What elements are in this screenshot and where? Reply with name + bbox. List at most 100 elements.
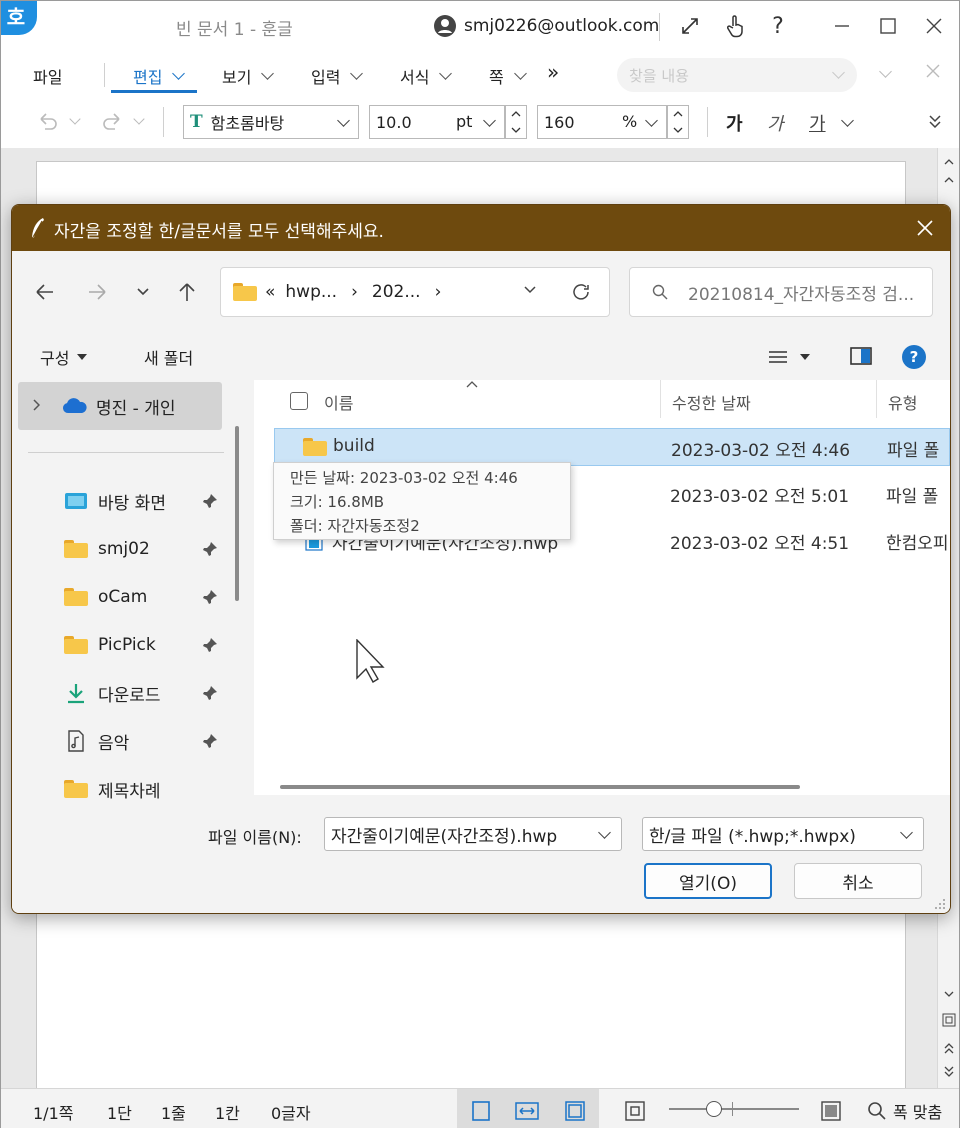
full-page-icon[interactable] [813,1097,849,1125]
resize-grip-icon[interactable] [934,898,946,910]
bold-button[interactable]: 가 [726,110,743,136]
column-divider[interactable] [660,380,661,418]
redo-dropdown-icon[interactable] [133,113,145,125]
increase-icon[interactable] [668,106,688,122]
select-all-checkbox[interactable] [290,392,308,410]
close-icon[interactable] [919,11,949,41]
filetype-select[interactable]: 한/글 파일 (*.hwp;*.hwpx) [642,817,924,851]
zoom-fit-icon[interactable] [617,1097,653,1125]
expand-toolbar-icon[interactable] [928,113,942,129]
find-input[interactable]: 찾을 내용 [617,58,857,92]
breadcrumb-overflow[interactable]: « [265,282,275,302]
column-header-modified[interactable]: 수정한 날짜 [672,390,751,414]
normal-view-icon[interactable] [463,1097,499,1125]
breadcrumb-separator[interactable]: › [435,282,442,302]
pin-icon[interactable] [202,637,218,653]
filename-input[interactable]: 자간줄이기예문(자간조정).hwp [324,817,622,851]
organize-button[interactable]: 구성 [40,345,88,369]
pin-icon[interactable] [202,541,218,557]
fit-width-icon[interactable] [509,1097,545,1125]
decrease-icon[interactable] [668,122,688,138]
undo-icon[interactable] [37,111,59,131]
dialog-close-icon[interactable] [910,213,940,243]
nav-item-smj02[interactable]: smj02 [64,534,150,564]
cancel-button[interactable]: 취소 [794,863,922,899]
pin-icon[interactable] [202,493,218,509]
menu-view[interactable]: 보기 [222,64,275,88]
menu-file[interactable]: 파일 [33,64,62,88]
scroll-up-icon[interactable] [940,170,958,190]
recent-locations-icon[interactable] [128,277,158,307]
touch-mode-icon[interactable] [721,11,751,41]
column-divider[interactable] [876,380,877,418]
app-logo[interactable]: 호 [1,1,37,35]
nav-item-picpick[interactable]: PicPick [64,630,156,660]
next-page-icon[interactable] [940,1062,958,1082]
page-view-icon[interactable] [940,1010,958,1030]
address-bar[interactable]: « hwp... › 202... › [220,267,610,317]
font-size-select[interactable]: 10.0 pt [369,105,505,139]
address-dropdown-icon[interactable] [523,285,537,295]
preview-pane-icon[interactable] [850,347,872,365]
decrease-icon[interactable] [506,122,526,138]
maximize-icon[interactable] [873,11,903,41]
search-placeholder: 20210814_자간자동조정 검... [688,284,915,305]
new-folder-button[interactable]: 새 폴더 [144,345,193,369]
refresh-icon[interactable] [571,282,591,302]
underline-dropdown-icon[interactable] [841,114,854,127]
nav-item-desktop[interactable]: 바탕 화면 [64,486,166,516]
fullscreen-icon[interactable] [675,11,705,41]
forward-icon[interactable] [82,277,112,307]
font-size-stepper[interactable] [505,105,527,139]
menu-page[interactable]: 쪽 [489,64,527,88]
minimize-icon[interactable] [827,11,857,41]
back-icon[interactable] [30,277,60,307]
horizontal-scrollbar[interactable] [280,785,800,789]
italic-button[interactable]: 가 [767,110,784,136]
menu-edit[interactable]: 편집 [133,64,186,88]
find-close-icon[interactable] [925,63,941,79]
nav-scrollbar[interactable] [235,426,239,601]
zoom-fit-button[interactable]: 폭 맞춤 [867,1099,942,1123]
undo-dropdown-icon[interactable] [69,113,81,125]
breadcrumb-item[interactable]: hwp... [285,282,337,302]
menu-more-button[interactable]: » [547,60,559,84]
open-button[interactable]: 열기(O) [644,863,772,899]
breadcrumb-separator[interactable]: › [351,282,358,302]
pin-icon[interactable] [202,685,218,701]
column-header-name[interactable]: 이름 [324,390,353,414]
file-row-selected[interactable]: build 2023-03-02 오전 4:46 파일 폴 [274,428,950,466]
up-folder-icon[interactable] [172,277,202,307]
scroll-down-icon[interactable] [940,984,958,1004]
pin-icon[interactable] [202,589,218,605]
view-options-button[interactable] [768,349,810,365]
pin-icon[interactable] [202,733,218,749]
zoom-slider-thumb[interactable] [706,1101,722,1117]
nav-item-downloads[interactable]: 다운로드 [64,678,161,708]
account-button[interactable]: smj0226@outlook.com [434,15,659,37]
search-input[interactable]: 20210814_자간자동조정 검... [629,267,933,317]
increase-icon[interactable] [506,106,526,122]
font-select[interactable]: T 함초롬바탕 [183,105,359,139]
scroll-top-icon[interactable] [940,152,958,172]
chevron-right-icon[interactable] [32,399,40,411]
zoom-slider[interactable] [669,1108,799,1110]
menu-insert[interactable]: 입력 [311,64,364,88]
line-spacing-select[interactable]: 160 % [537,105,667,139]
page-view-icon[interactable] [557,1097,593,1125]
underline-button[interactable]: 가 [809,110,826,136]
menu-format[interactable]: 서식 [400,64,453,88]
help-icon[interactable]: ? [902,345,926,369]
chevron-down-icon [513,67,527,80]
line-spacing-stepper[interactable] [667,105,689,139]
nav-item-ocam[interactable]: oCam [64,582,147,612]
help-icon[interactable]: ? [763,11,793,41]
nav-item-music[interactable]: 음악 [64,726,129,756]
nav-item-onedrive[interactable]: 명진 - 개인 [18,382,222,430]
breadcrumb-item[interactable]: 202... [372,282,421,302]
status-page[interactable]: 1/1쪽 [33,1100,73,1124]
redo-icon[interactable] [101,111,123,131]
column-header-type[interactable]: 유형 [888,390,917,414]
prev-page-icon[interactable] [940,1038,958,1058]
chevron-down-icon[interactable] [598,826,611,839]
